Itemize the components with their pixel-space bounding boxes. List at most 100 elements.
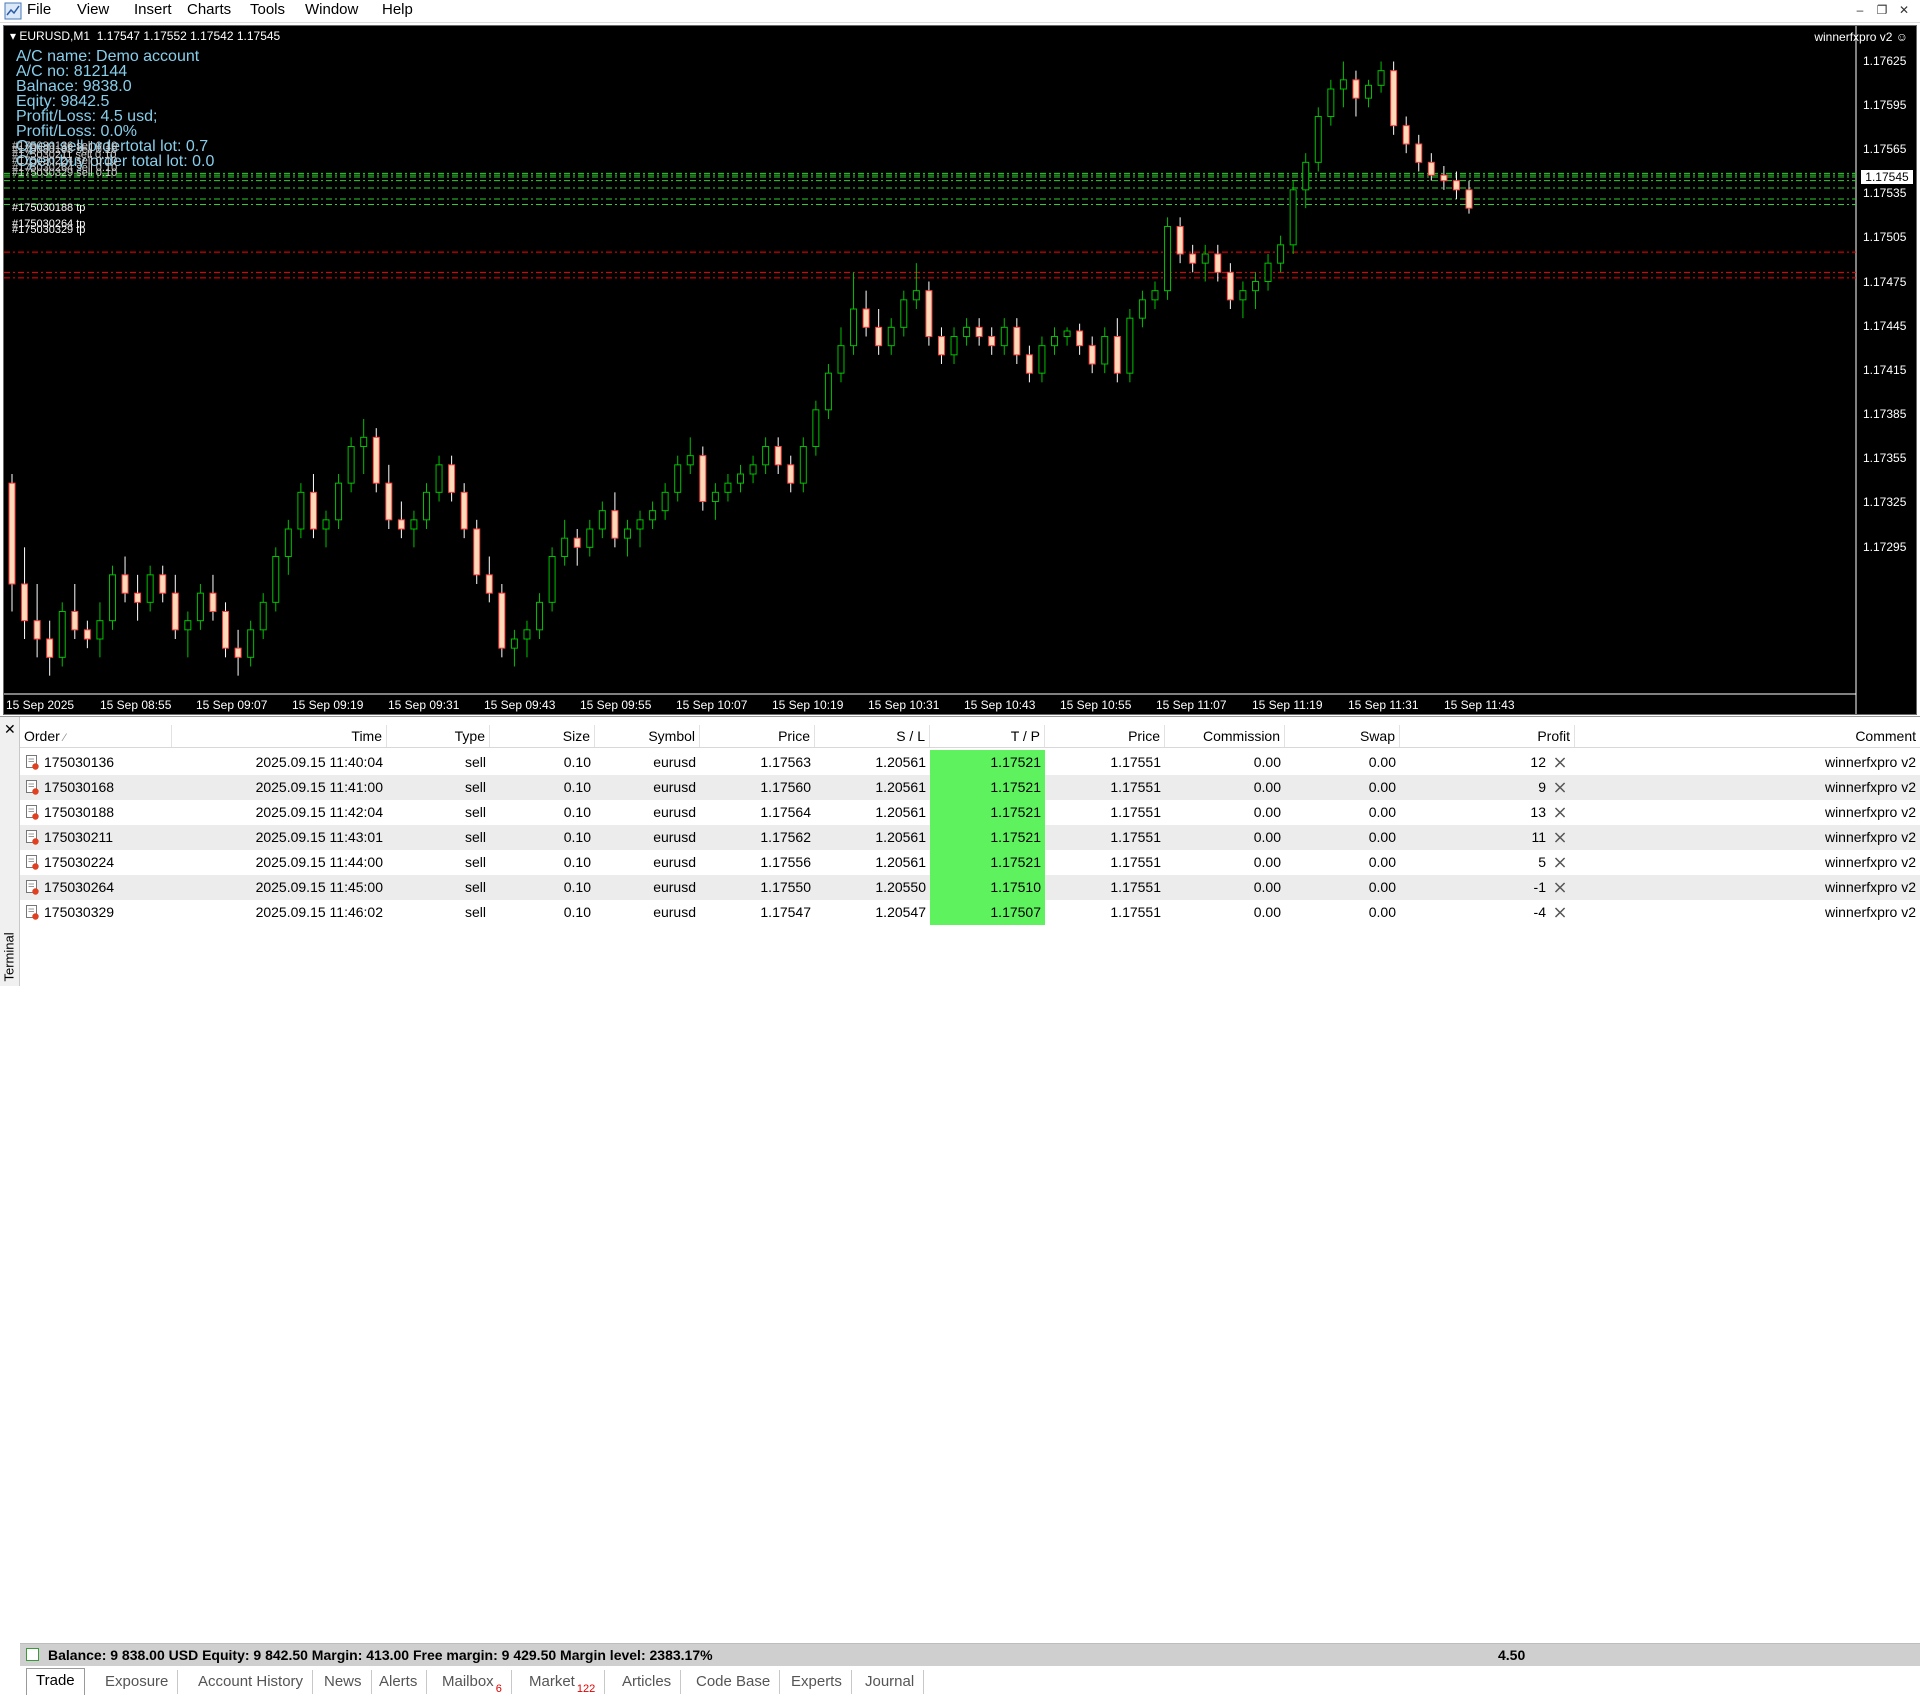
row-commission: 0.00 bbox=[1253, 829, 1281, 845]
current-price-label: 1.17545 bbox=[1861, 170, 1913, 184]
table-row[interactable]: 175030168 2025.09.15 11:41:00 sell 0.10 euru… bbox=[20, 775, 1920, 800]
row-order-id: 175030168 bbox=[44, 779, 115, 795]
candle-body bbox=[988, 336, 996, 347]
candle-body bbox=[1126, 317, 1134, 374]
row-comment: winnerfxpro v2 bbox=[1824, 829, 1916, 845]
candle-body bbox=[1138, 299, 1146, 319]
candle-body bbox=[774, 446, 782, 466]
info-account-name: A/C name: Demo account bbox=[16, 48, 200, 65]
row-time: 2025.09.15 11:45:00 bbox=[255, 879, 383, 895]
tab-mailbox[interactable]: Mailbox 6 bbox=[433, 1670, 512, 1695]
sell-order-icon bbox=[26, 880, 39, 895]
tab-exposure[interactable]: Exposure bbox=[96, 1670, 179, 1694]
column-tp[interactable]: T / P bbox=[930, 725, 1045, 747]
row-current-price: 1.17551 bbox=[1110, 879, 1161, 895]
menu-window[interactable]: Window bbox=[305, 0, 358, 20]
close-order-icon[interactable]: ⨯ bbox=[1552, 878, 1568, 896]
candle-body bbox=[586, 528, 594, 548]
column-symbol[interactable]: Symbol bbox=[595, 725, 700, 747]
time-tick: 15 Sep 11:19 bbox=[1252, 698, 1323, 712]
tab-market[interactable]: Market 122 bbox=[520, 1670, 606, 1695]
menu-charts[interactable]: Charts bbox=[187, 0, 231, 20]
table-row[interactable]: 175030188 2025.09.15 11:42:04 sell 0.10 euru… bbox=[20, 800, 1920, 825]
row-open-price: 1.17560 bbox=[760, 779, 811, 795]
row-time: 2025.09.15 11:43:01 bbox=[255, 829, 383, 845]
menu-insert[interactable]: Insert bbox=[134, 0, 172, 20]
menu-file[interactable]: File bbox=[27, 0, 51, 20]
candle-body bbox=[661, 491, 669, 512]
tab-trade[interactable]: Trade bbox=[26, 1668, 85, 1695]
candle-body bbox=[912, 290, 920, 301]
row-take-profit: 1.17521 bbox=[930, 850, 1045, 875]
column-profit[interactable]: Profit bbox=[1400, 725, 1575, 747]
column-size[interactable]: Size bbox=[490, 725, 595, 747]
candle-body bbox=[762, 446, 770, 466]
row-time: 2025.09.15 11:40:04 bbox=[255, 754, 383, 770]
expert-advisor-label[interactable]: winnerfxpro v2 ☺ bbox=[1814, 30, 1908, 44]
chart-window[interactable]: ▾ EURUSD,M1 1.17547 1.17552 1.17542 1.17… bbox=[3, 25, 1917, 715]
column-sl[interactable]: S / L bbox=[815, 725, 930, 747]
info-account-number: A/C no: 812144 bbox=[16, 63, 128, 80]
row-order-id: 175030329 bbox=[44, 904, 115, 920]
menu-view[interactable]: View bbox=[77, 0, 109, 20]
time-tick: 15 Sep 10:19 bbox=[772, 698, 844, 712]
column-swap[interactable]: Swap bbox=[1285, 725, 1400, 747]
row-swap: 0.00 bbox=[1368, 804, 1396, 820]
candle-body bbox=[284, 528, 292, 557]
close-order-icon[interactable]: ⨯ bbox=[1552, 903, 1568, 921]
price-tick: 1.17535 bbox=[1863, 186, 1907, 200]
chart-menu-arrow-icon[interactable]: ▾ bbox=[10, 29, 19, 43]
candle-body bbox=[58, 611, 66, 658]
table-row[interactable]: 175030224 2025.09.15 11:44:00 sell 0.10 euru… bbox=[20, 850, 1920, 875]
price-chart[interactable] bbox=[4, 26, 1916, 714]
restore-icon[interactable]: ❐ bbox=[1874, 2, 1890, 18]
tab-code-base[interactable]: Code Base bbox=[687, 1670, 781, 1694]
tab-news[interactable]: News bbox=[315, 1670, 372, 1694]
column-comment[interactable]: Comment bbox=[1575, 725, 1920, 747]
tab-account-history[interactable]: Account History bbox=[189, 1670, 314, 1694]
close-order-icon[interactable]: ⨯ bbox=[1552, 753, 1568, 771]
menu-help[interactable]: Help bbox=[382, 0, 413, 20]
minimize-icon[interactable]: – bbox=[1852, 2, 1868, 18]
close-order-icon[interactable]: ⨯ bbox=[1552, 778, 1568, 796]
column-price[interactable]: Price bbox=[700, 725, 815, 747]
table-row[interactable]: 175030136 2025.09.15 11:40:04 sell 0.10 euru… bbox=[20, 750, 1920, 775]
tab-alerts[interactable]: Alerts bbox=[370, 1670, 428, 1694]
candle-body bbox=[975, 326, 983, 338]
table-row[interactable]: 175030211 2025.09.15 11:43:01 sell 0.10 euru… bbox=[20, 825, 1920, 850]
table-row[interactable]: 175030329 2025.09.15 11:46:02 sell 0.10 euru… bbox=[20, 900, 1920, 925]
candle-body bbox=[636, 519, 644, 530]
close-order-icon[interactable]: ⨯ bbox=[1552, 803, 1568, 821]
tab-articles[interactable]: Articles bbox=[613, 1670, 682, 1694]
sell-order-icon bbox=[26, 780, 39, 795]
close-order-icon[interactable]: ⨯ bbox=[1552, 853, 1568, 871]
column-type[interactable]: Type bbox=[387, 725, 490, 747]
close-order-icon[interactable]: ⨯ bbox=[1552, 828, 1568, 846]
menu-tools[interactable]: Tools bbox=[250, 0, 285, 20]
close-icon[interactable]: ✕ bbox=[1896, 2, 1912, 18]
close-icon[interactable]: ✕ bbox=[4, 721, 16, 738]
row-symbol: eurusd bbox=[653, 829, 696, 845]
column-time[interactable]: Time bbox=[172, 725, 387, 747]
order-line-label: #175030329 sell 0.10 bbox=[12, 167, 118, 179]
column-commission[interactable]: Commission bbox=[1165, 725, 1285, 747]
row-time: 2025.09.15 11:44:00 bbox=[255, 854, 383, 870]
column-order[interactable]: Order ⁄ bbox=[20, 725, 172, 747]
tab-experts[interactable]: Experts bbox=[782, 1670, 852, 1694]
candle-body bbox=[749, 464, 757, 475]
tab-journal[interactable]: Journal bbox=[856, 1670, 925, 1694]
row-stop-loss: 1.20561 bbox=[875, 804, 926, 820]
table-row[interactable]: 175030264 2025.09.15 11:45:00 sell 0.10 euru… bbox=[20, 875, 1920, 900]
time-tick: 15 Sep 09:19 bbox=[292, 698, 364, 712]
candle-body bbox=[824, 372, 832, 411]
candle-body bbox=[787, 464, 795, 484]
candle-body bbox=[963, 326, 971, 338]
candle-body bbox=[8, 482, 16, 585]
row-type: sell bbox=[464, 779, 486, 795]
column-current-price[interactable]: Price bbox=[1045, 725, 1165, 747]
candle-body bbox=[134, 592, 142, 603]
candle-body bbox=[196, 592, 204, 622]
candle-body bbox=[322, 519, 330, 530]
terminal-sidebar: ✕ Terminal bbox=[0, 717, 20, 986]
row-symbol: eurusd bbox=[653, 754, 696, 770]
